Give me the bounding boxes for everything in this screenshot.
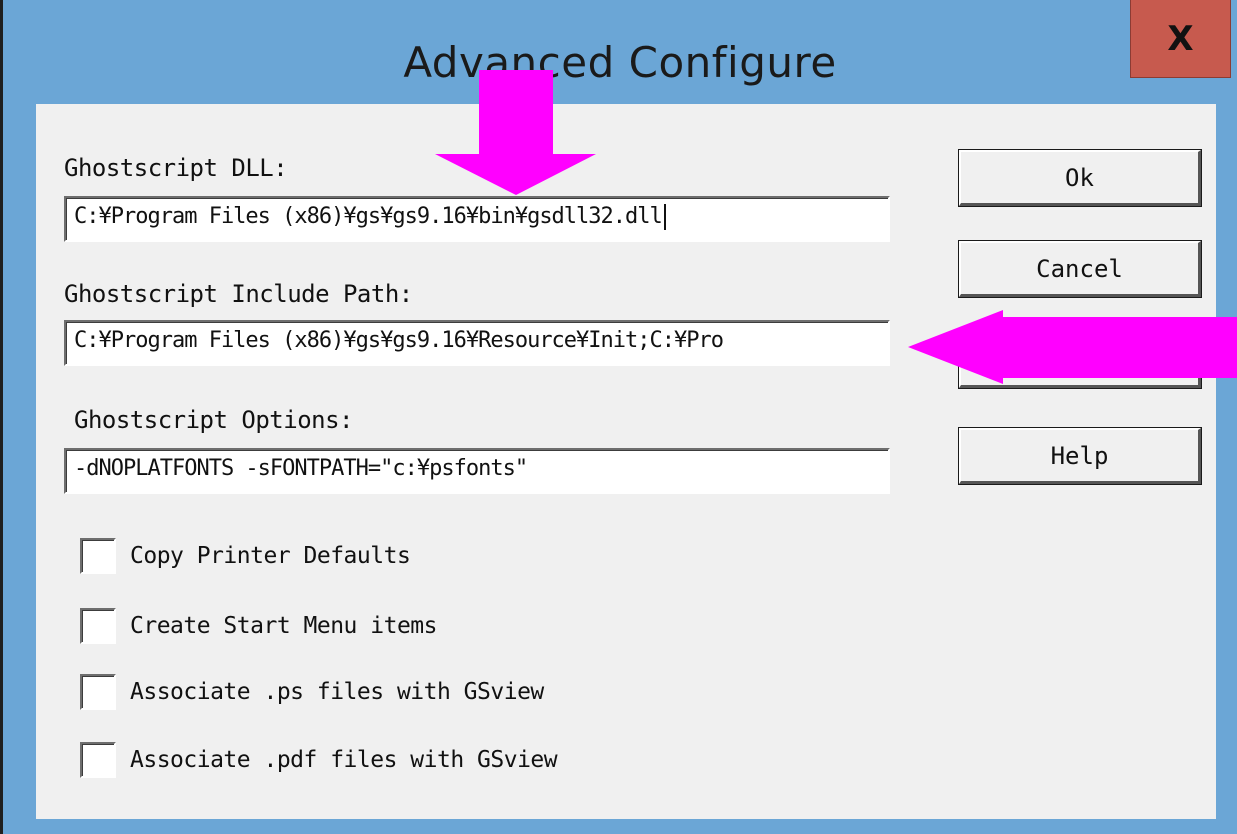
include-path-label: Ghostscript Include Path: <box>64 280 413 308</box>
checkbox-associate-ps[interactable]: Associate .ps files with GSview <box>80 672 544 712</box>
checkbox-box[interactable] <box>80 538 116 574</box>
defaults-button[interactable] <box>959 332 1201 388</box>
dll-path-input[interactable]: C:¥Program Files (x86)¥gs¥gs9.16¥bin¥gsd… <box>64 196 890 242</box>
dll-path-value: C:¥Program Files (x86)¥gs¥gs9.16¥bin¥gsd… <box>74 204 663 229</box>
checkbox-box[interactable] <box>80 742 116 778</box>
cancel-button-label: Cancel <box>1036 254 1123 283</box>
help-button-label: Help <box>1050 441 1109 470</box>
dll-label: Ghostscript DLL: <box>64 154 288 182</box>
include-path-input[interactable]: C:¥Program Files (x86)¥gs¥gs9.16¥Resourc… <box>64 320 890 366</box>
checkbox-label: Create Start Menu items <box>130 613 438 639</box>
advanced-configure-dialog: Advanced Configure X Ghostscript DLL: C:… <box>0 0 1237 834</box>
close-icon: X <box>1167 18 1194 59</box>
title-bar[interactable]: Advanced Configure X <box>3 0 1237 104</box>
options-value: -dNOPLATFONTS -sFONTPATH="c:¥psfonts" <box>74 456 528 481</box>
checkbox-box[interactable] <box>80 674 116 710</box>
options-label: Ghostscript Options: <box>74 406 353 434</box>
include-path-value: C:¥Program Files (x86)¥gs¥gs9.16¥Resourc… <box>74 328 724 353</box>
checkbox-create-start-menu[interactable]: Create Start Menu items <box>80 606 438 646</box>
checkbox-box[interactable] <box>80 608 116 644</box>
checkbox-label: Associate .pdf files with GSview <box>130 747 558 773</box>
text-caret <box>663 204 666 230</box>
help-button[interactable]: Help <box>959 428 1201 484</box>
checkbox-associate-pdf[interactable]: Associate .pdf files with GSview <box>80 740 558 780</box>
ok-button[interactable]: Ok <box>959 150 1201 206</box>
checkbox-copy-printer-defaults[interactable]: Copy Printer Defaults <box>80 536 411 576</box>
dialog-client-area: Ghostscript DLL: C:¥Program Files (x86)¥… <box>36 104 1216 819</box>
ok-button-label: Ok <box>1065 163 1094 192</box>
checkbox-label: Copy Printer Defaults <box>130 543 411 569</box>
close-button[interactable]: X <box>1130 0 1231 78</box>
cancel-button[interactable]: Cancel <box>959 241 1201 297</box>
options-input[interactable]: -dNOPLATFONTS -sFONTPATH="c:¥psfonts" <box>64 448 890 494</box>
dialog-title: Advanced Configure <box>403 38 837 87</box>
checkbox-label: Associate .ps files with GSview <box>130 679 544 705</box>
